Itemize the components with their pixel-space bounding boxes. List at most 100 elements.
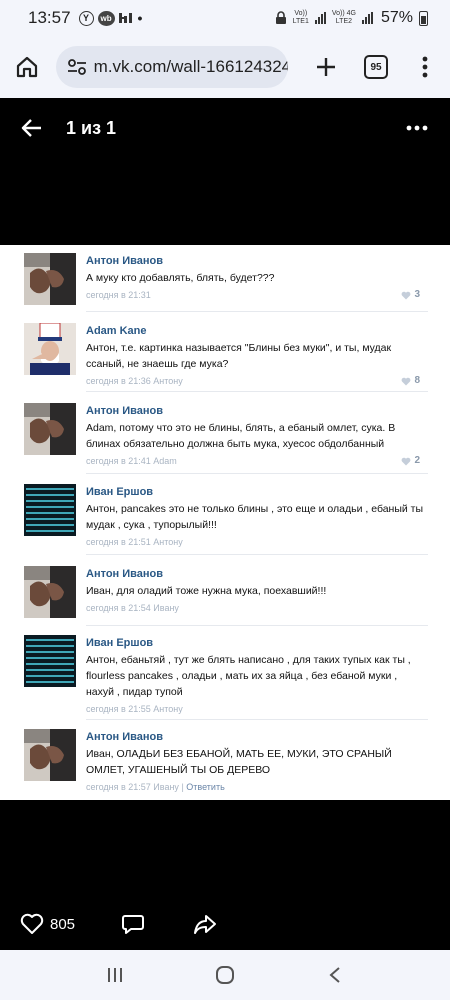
plus-icon xyxy=(317,58,335,76)
comment-like: 8 xyxy=(401,374,420,388)
photo-counter: 1 из 1 xyxy=(66,117,117,138)
status-time: 13:57 xyxy=(28,8,71,27)
chevron-left-icon xyxy=(329,967,340,983)
tab-switcher-button[interactable]: 95 xyxy=(364,55,388,79)
comment-date: сегодня в 21:31 xyxy=(86,290,151,300)
new-tab-button[interactable] xyxy=(304,45,348,89)
photo-image[interactable]: Антон Иванов А муку кто добавлять, блять… xyxy=(0,245,450,800)
photo-actions: 805 xyxy=(0,900,450,948)
horizontal-dots-icon xyxy=(406,125,428,131)
heart-icon xyxy=(20,913,44,934)
heart-icon xyxy=(402,377,411,385)
comment-divider xyxy=(86,311,428,312)
sim1-label: Vo)) LTE1 xyxy=(292,10,309,25)
home-circle-icon xyxy=(216,966,234,984)
hands-avatar-icon xyxy=(24,566,76,618)
comment-author: Иван Ершов xyxy=(86,486,154,498)
comment-text: Антон, т.е. картинка называется "Блины б… xyxy=(86,342,392,370)
comment-date: сегодня в 21:55 Антону xyxy=(86,704,183,714)
comment-text: А муку кто добавлять, блять, будет??? xyxy=(86,272,275,284)
comment-date: сегодня в 21:41 Adam xyxy=(86,456,177,466)
comment-meta: сегодня в 21:54 Ивану xyxy=(86,601,428,615)
notification-icons: Y wb • xyxy=(78,10,143,26)
back-button[interactable] xyxy=(12,108,52,148)
uncle-sam-avatar-icon xyxy=(24,323,76,375)
share-button[interactable] xyxy=(193,913,217,935)
hands-avatar-icon xyxy=(24,253,76,305)
status-bar: 13:57 Y wb • Vo)) LTE1 Vo)) 4G LTE2 57% xyxy=(0,0,450,36)
comment-divider xyxy=(86,625,428,626)
sim2-signal-icon xyxy=(361,12,373,24)
comment-like-count: 2 xyxy=(414,455,420,466)
comment-date: сегодня в 21:36 Антону xyxy=(86,376,183,386)
comment-author: Антон Иванов xyxy=(86,255,164,267)
comment-divider xyxy=(86,554,428,555)
recent-apps-icon xyxy=(108,968,122,982)
avatar xyxy=(24,729,76,781)
comment-meta: сегодня в 21:55 Антону xyxy=(86,702,428,716)
address-bar[interactable]: m.vk.com/wall-166124324 xyxy=(56,46,288,88)
comment-meta: сегодня в 21:41 Adam 2 xyxy=(86,454,428,468)
avatar xyxy=(24,253,76,305)
sim1-signal-icon xyxy=(314,12,326,24)
hands-avatar-icon xyxy=(24,729,76,781)
recent-apps-button[interactable] xyxy=(95,955,135,995)
battery-icon xyxy=(419,10,428,26)
browser-toolbar: m.vk.com/wall-166124324 95 xyxy=(0,36,450,98)
matrix-avatar-icon xyxy=(24,484,76,536)
like-button[interactable]: 805 xyxy=(20,913,75,935)
arrow-left-icon xyxy=(21,119,41,137)
wb-notification-icon: wb xyxy=(97,10,115,26)
comment-author: Антон Иванов xyxy=(86,568,164,580)
comment-like: 3 xyxy=(401,288,420,302)
comment-text: Adam, потому что это не блины, блять, а … xyxy=(86,422,396,450)
comment-author: Антон Иванов xyxy=(86,405,164,417)
comment-text: Иван, для оладий тоже нужна мука, поехав… xyxy=(86,585,327,597)
more-notifications-dot-icon: • xyxy=(137,10,143,26)
comment-date: сегодня в 21:51 Антону xyxy=(86,537,183,547)
alarm-lock-icon xyxy=(275,11,286,24)
browser-menu-button[interactable] xyxy=(410,45,440,89)
battery-percent: 57% xyxy=(380,9,413,26)
comment-divider xyxy=(86,473,428,474)
y-notification-icon: Y xyxy=(78,10,94,26)
comment-divider xyxy=(86,719,428,720)
comment-like-count: 3 xyxy=(414,289,420,300)
avatar xyxy=(24,566,76,618)
comment-author: Иван Ершов xyxy=(86,637,154,649)
site-settings-icon[interactable] xyxy=(66,56,88,78)
comment-author: Антон Иванов xyxy=(86,731,164,743)
avatar xyxy=(24,484,76,536)
sim2-label: Vo)) 4G LTE2 xyxy=(331,10,356,25)
share-icon xyxy=(194,915,217,934)
comment-meta: сегодня в 21:57 Ивану | Ответить xyxy=(86,782,225,792)
home-button[interactable] xyxy=(2,42,52,92)
vertical-dots-icon xyxy=(422,56,428,78)
comment-meta: сегодня в 21:51 Антону xyxy=(86,535,428,549)
comment-text: Антон, ебаньтяй , тут же блять написано … xyxy=(86,654,411,698)
comment-like: 2 xyxy=(401,454,420,468)
comment-meta: сегодня в 21:36 Антону 8 xyxy=(86,374,428,388)
like-count: 805 xyxy=(50,915,76,933)
comment-divider xyxy=(86,391,428,392)
heart-icon xyxy=(402,457,411,465)
home-nav-button[interactable] xyxy=(205,955,245,995)
comment-text: Иван, ОЛАДЬИ БЕЗ ЕБАНОЙ, МАТЬ ЕЕ, МУКИ, … xyxy=(86,748,392,776)
back-nav-button[interactable] xyxy=(315,955,355,995)
hb-notification-icon xyxy=(119,11,134,25)
avatar xyxy=(24,403,76,455)
home-icon xyxy=(16,56,38,78)
system-navigation-bar xyxy=(0,950,450,1000)
heart-icon xyxy=(402,291,411,299)
comment-author: Adam Kane xyxy=(86,325,147,337)
comments-button[interactable] xyxy=(121,913,145,935)
matrix-avatar-icon xyxy=(24,635,76,687)
more-options-button[interactable] xyxy=(402,113,432,143)
reply-link: Ответить xyxy=(186,782,225,792)
comment-text: Антон, pancakes это не только блины , эт… xyxy=(86,503,424,531)
comment-date: сегодня в 21:57 Ивану xyxy=(86,782,179,792)
comment-icon xyxy=(122,915,145,934)
system-status: Vo)) LTE1 Vo)) 4G LTE2 57% xyxy=(275,9,428,27)
comment-like-count: 8 xyxy=(414,375,420,386)
avatar xyxy=(24,635,76,687)
